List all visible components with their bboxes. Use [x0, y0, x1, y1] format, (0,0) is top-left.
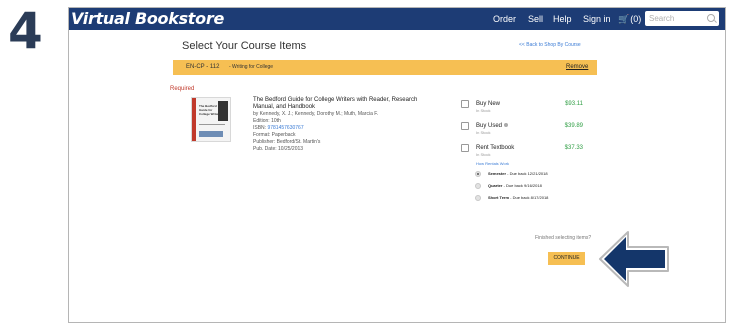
nav-sign-in[interactable]: Sign in	[583, 13, 611, 25]
nav-order[interactable]: Order	[493, 13, 516, 25]
info-icon[interactable]	[504, 123, 509, 128]
brand-logo[interactable]: Virtual Bookstore	[71, 9, 224, 29]
short-term-name: Short Term	[488, 195, 510, 200]
quarter-label: Quarter - Due back 9/16/2018	[488, 183, 542, 189]
rent-textbook-checkbox[interactable]	[461, 144, 469, 152]
short-term-label: Short Term - Due back 8/17/2018	[488, 195, 548, 201]
quarter-radio[interactable]	[475, 183, 481, 189]
semester-radio[interactable]	[475, 171, 481, 177]
cover-footer-band	[199, 131, 223, 137]
arrow-left-icon	[599, 231, 669, 287]
course-name: - Writing for College	[229, 64, 274, 70]
semester-name: Semester	[488, 171, 507, 176]
book-authors: by Kennedy, X. J.; Kennedy, Dorothy M.; …	[253, 111, 379, 117]
course-bar: EN-CP - 112 - Writing for College Remove	[173, 60, 597, 75]
short-term-due: - Due back 8/17/2018	[509, 195, 549, 200]
quarter-due: - Due back 9/16/2018	[502, 183, 542, 188]
book-format: Format: Paperback	[253, 132, 296, 138]
finished-prompt: Finished selecting items?	[535, 235, 592, 241]
nav-sell[interactable]: Sell	[528, 13, 543, 25]
buy-new-stock: In Stock	[476, 108, 491, 113]
book-pub-date: Pub. Date: 10/25/2013	[253, 146, 304, 152]
cover-art	[218, 101, 228, 121]
buy-new-checkbox[interactable]	[461, 100, 469, 108]
short-term-radio[interactable]	[475, 195, 481, 201]
book-isbn-row: ISBN: 9781457630767	[253, 125, 433, 132]
buy-used-label-wrap: Buy Used	[476, 122, 509, 130]
buy-used-label: Buy Used	[476, 123, 503, 129]
cover-divider	[199, 124, 225, 125]
back-to-shop-link[interactable]: << Back to Shop By Course	[519, 41, 581, 49]
remove-course-link[interactable]: Remove	[566, 63, 588, 72]
search-icon[interactable]	[707, 14, 715, 22]
buy-used-price: $39.89	[564, 123, 583, 129]
continue-button[interactable]: CONTINUE	[548, 252, 585, 265]
required-label: Required	[170, 86, 195, 92]
rent-textbook-price: $37.33	[564, 145, 583, 151]
how-rentals-work-link[interactable]: How Rentals Work	[476, 161, 509, 166]
buy-used-stock: In Stock	[476, 130, 491, 135]
buy-used-checkbox[interactable]	[461, 122, 469, 130]
book-info: The Bedford Guide for College Writers wi…	[253, 97, 433, 153]
nav-help[interactable]: Help	[553, 13, 572, 25]
cart-count: (0)	[630, 14, 642, 24]
buy-new-price: $93.11	[565, 101, 583, 107]
semester-due: - Due back 12/21/2018	[506, 171, 548, 176]
page-title: Select Your Course Items	[182, 40, 307, 52]
buy-new-label: Buy New	[476, 101, 501, 107]
search-box	[645, 11, 719, 26]
isbn-label: ISBN:	[253, 125, 267, 131]
book-publisher: Publisher: Bedford/St. Martin's	[253, 139, 321, 145]
course-code: EN-CP - 112	[186, 64, 220, 70]
search-input[interactable]	[645, 11, 705, 26]
cover-spine	[192, 98, 196, 141]
isbn-value[interactable]: 9781457630767	[267, 125, 303, 131]
top-navbar: Virtual Bookstore Order Sell Help Sign i…	[69, 8, 725, 30]
book-title: The Bedford Guide for College Writers wi…	[253, 97, 418, 110]
semester-label: Semester - Due back 12/21/2018	[488, 171, 548, 177]
cart-icon: 🛒	[618, 14, 630, 24]
step-number: 4	[8, 2, 43, 60]
rent-textbook-stock: In Stock	[476, 152, 491, 157]
rent-textbook-label: Rent Textbook	[476, 145, 515, 151]
quarter-name: Quarter	[488, 183, 503, 188]
book-edition: Edition: 10th	[253, 118, 281, 124]
book-cover-image[interactable]: The Bedford Guide for College Writers	[191, 97, 231, 142]
cart-button[interactable]: 🛒(0)	[618, 13, 641, 25]
